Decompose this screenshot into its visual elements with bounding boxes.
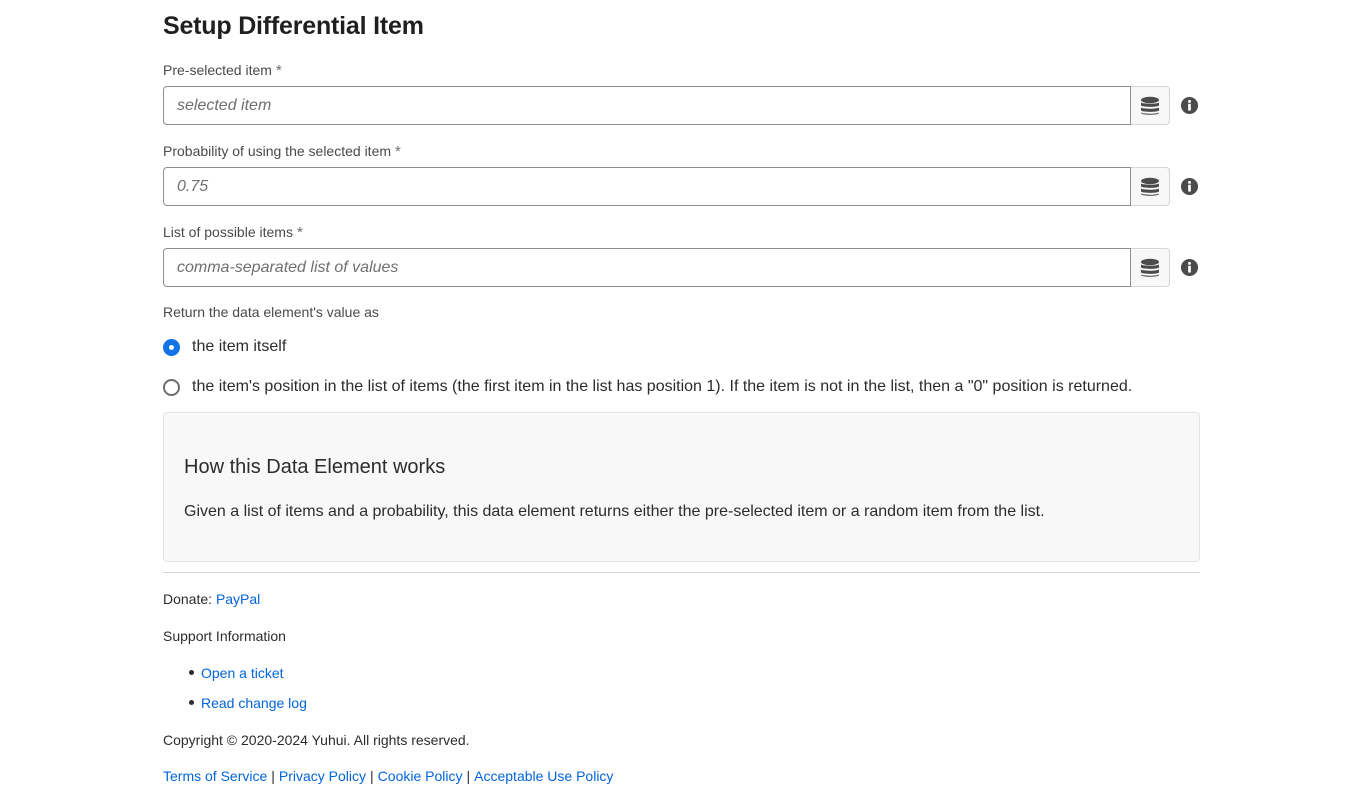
probability-label: Probability of using the selected item *: [163, 143, 401, 160]
open-ticket-link[interactable]: Open a ticket: [201, 665, 284, 681]
acceptable-use-link[interactable]: Acceptable Use Policy: [474, 768, 613, 784]
link-separator: |: [370, 768, 374, 784]
divider: [163, 572, 1200, 573]
list-item: Read change log: [189, 694, 307, 724]
page-title: Setup Differential Item: [163, 12, 424, 40]
how-it-works-title: How this Data Element works: [184, 456, 446, 478]
terms-link[interactable]: Terms of Service: [163, 768, 267, 784]
radio-return-item-position[interactable]: the item's position in the list of items…: [163, 378, 1132, 396]
possible-items-input[interactable]: [163, 248, 1131, 287]
list-item: Open a ticket: [189, 664, 307, 694]
info-icon[interactable]: [1180, 96, 1199, 115]
privacy-link[interactable]: Privacy Policy: [279, 768, 366, 784]
support-heading: Support Information: [163, 628, 286, 644]
data-element-picker-button[interactable]: [1131, 86, 1170, 125]
database-icon: [1141, 177, 1159, 196]
support-links-list: Open a ticket Read change log: [189, 664, 307, 724]
pre-selected-item-input[interactable]: [163, 86, 1131, 125]
donate-line: Donate: PayPal: [163, 591, 261, 607]
database-icon: [1141, 96, 1159, 115]
radio-return-item-itself[interactable]: the item itself: [163, 338, 286, 356]
legal-links: Terms of Service | Privacy Policy | Cookie P…: [163, 768, 613, 784]
probability-row: [163, 167, 1200, 206]
how-it-works-text: Given a list of items and a probability,…: [184, 503, 1045, 520]
copyright: Copyright © 2020-2024 Yuhui. All rights …: [163, 732, 470, 748]
radio-label: the item itself: [192, 338, 287, 355]
required-mark: *: [395, 143, 401, 160]
pre-selected-item-label: Pre-selected item *: [163, 62, 282, 79]
probability-input[interactable]: [163, 167, 1131, 206]
change-log-link[interactable]: Read change log: [201, 695, 307, 711]
data-element-picker-button[interactable]: [1131, 167, 1170, 206]
database-icon: [1141, 258, 1159, 277]
how-it-works-panel: How this Data Element works Given a list…: [163, 412, 1200, 562]
paypal-link[interactable]: PayPal: [216, 591, 260, 607]
cookie-link[interactable]: Cookie Policy: [378, 768, 463, 784]
info-icon[interactable]: [1180, 177, 1199, 196]
required-mark: *: [275, 62, 282, 79]
pre-selected-item-row: [163, 86, 1200, 125]
radio-label: the item's position in the list of items…: [192, 378, 1133, 395]
radio-selected[interactable]: [163, 338, 180, 356]
link-separator: |: [466, 768, 471, 784]
possible-items-row: [163, 248, 1200, 287]
link-separator: |: [271, 768, 275, 784]
radio-unselected[interactable]: [163, 378, 180, 396]
data-element-picker-button[interactable]: [1131, 248, 1170, 287]
info-icon[interactable]: [1180, 258, 1199, 277]
return-as-label: Return the data element's value as: [163, 304, 379, 320]
possible-items-label: List of possible items *: [163, 224, 303, 241]
required-mark: *: [296, 224, 303, 241]
